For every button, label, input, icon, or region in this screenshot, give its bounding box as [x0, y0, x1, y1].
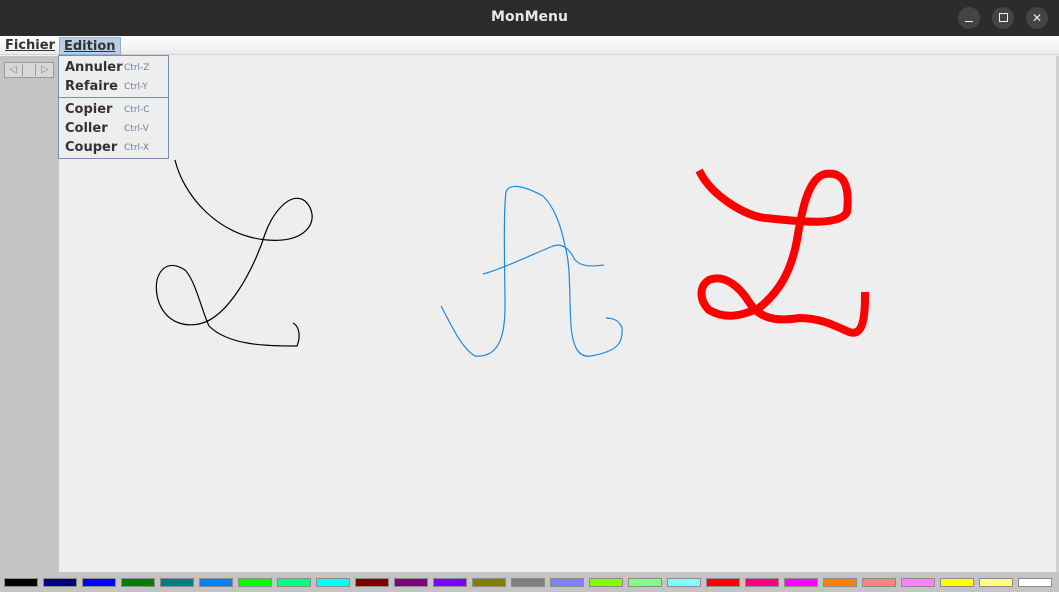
menu-item-accelerator: Ctrl-C: [124, 105, 150, 115]
color-swatch[interactable]: [628, 578, 662, 587]
menu-fichier[interactable]: Fichier: [1, 37, 59, 55]
menu-item-label: Coller: [65, 121, 108, 136]
color-swatch[interactable]: [238, 578, 272, 587]
menu-item-label: Couper: [65, 140, 118, 155]
blue-A-stroke: [440, 185, 623, 357]
tool-panel: ◁ ▷: [0, 56, 59, 572]
color-swatch[interactable]: [589, 578, 623, 587]
color-swatch[interactable]: [43, 578, 77, 587]
menu-item-couper[interactable]: Couper Ctrl-X: [65, 138, 165, 157]
close-button[interactable]: ✕: [1026, 7, 1048, 29]
edition-dropdown-menu: Annuler Ctrl-Z Refaire Ctrl-Y Copier Ctr…: [58, 55, 169, 159]
minimize-icon: [965, 20, 973, 23]
color-swatch[interactable]: [784, 578, 818, 587]
arrow-divider: [22, 64, 36, 76]
color-swatch[interactable]: [277, 578, 311, 587]
navigation-arrows: ◁ ▷: [4, 62, 54, 78]
blue-A-crossbar: [482, 244, 605, 275]
menu-edition[interactable]: Edition: [59, 37, 121, 55]
color-swatch[interactable]: [862, 578, 896, 587]
color-swatch[interactable]: [121, 578, 155, 587]
color-swatch[interactable]: [979, 578, 1013, 587]
color-swatch[interactable]: [4, 578, 38, 587]
right-arrow-icon[interactable]: ▷: [38, 64, 52, 76]
drawing-surface: [155, 159, 870, 357]
color-swatch[interactable]: [394, 578, 428, 587]
color-swatch[interactable]: [82, 578, 116, 587]
menu-item-accelerator: Ctrl-X: [124, 143, 149, 153]
menu-bar: Fichier Edition: [0, 36, 1059, 55]
menu-item-label: Annuler: [65, 60, 123, 75]
menu-item-accelerator: Ctrl-Z: [124, 63, 150, 73]
color-swatch[interactable]: [667, 578, 701, 587]
menu-item-copier[interactable]: Copier Ctrl-C: [65, 100, 165, 119]
maximize-button[interactable]: [992, 7, 1014, 29]
black-L-stroke: [155, 159, 313, 347]
color-palette: [0, 572, 1059, 592]
color-swatch[interactable]: [550, 578, 584, 587]
color-swatch[interactable]: [511, 578, 545, 587]
menu-separator: [59, 97, 168, 98]
menu-item-label: Refaire: [65, 79, 118, 94]
drawing-canvas[interactable]: [59, 56, 1056, 572]
color-swatch[interactable]: [706, 578, 740, 587]
color-swatch[interactable]: [823, 578, 857, 587]
left-arrow-icon[interactable]: ◁: [6, 64, 20, 76]
color-swatch[interactable]: [1018, 578, 1052, 587]
color-swatch[interactable]: [472, 578, 506, 587]
menu-fichier-label: Fichier: [5, 38, 55, 53]
window-client: Fichier Edition ◁ ▷ Annuler Ctrl-Z Refai…: [0, 36, 1059, 592]
minimize-button[interactable]: [958, 7, 980, 29]
title-bar: MonMenu ✕: [0, 0, 1059, 36]
color-swatch[interactable]: [433, 578, 467, 587]
color-swatch[interactable]: [745, 578, 779, 587]
window-title: MonMenu: [491, 9, 568, 25]
red-L-stroke: [695, 168, 870, 337]
menu-item-accelerator: Ctrl-V: [124, 124, 149, 134]
menu-item-annuler[interactable]: Annuler Ctrl-Z: [65, 58, 165, 77]
color-swatch[interactable]: [901, 578, 935, 587]
maximize-icon: [998, 13, 1008, 22]
color-swatch[interactable]: [940, 578, 974, 587]
color-swatch[interactable]: [160, 578, 194, 587]
menu-item-refaire[interactable]: Refaire Ctrl-Y: [65, 77, 165, 96]
menu-item-label: Copier: [65, 102, 113, 117]
menu-item-accelerator: Ctrl-Y: [124, 82, 148, 92]
color-swatch[interactable]: [355, 578, 389, 587]
menu-item-coller[interactable]: Coller Ctrl-V: [65, 119, 165, 138]
close-icon: ✕: [1031, 11, 1043, 25]
color-swatch[interactable]: [316, 578, 350, 587]
menu-edition-label: Edition: [64, 39, 116, 54]
color-swatch[interactable]: [199, 578, 233, 587]
